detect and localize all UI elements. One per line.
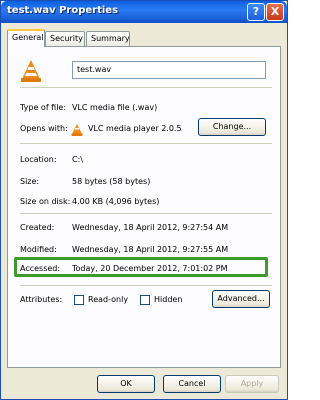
filename-input[interactable]: test.wav	[72, 61, 266, 79]
accessed-value: Today, 20 December 2012, 7:01:02 PM	[72, 264, 228, 273]
separator	[20, 143, 272, 144]
attributes-label: Attributes:	[20, 295, 63, 304]
size-on-disk-label: Size on disk:	[20, 197, 71, 206]
ok-button[interactable]: OK	[97, 375, 155, 393]
size-on-disk-value: 4.00 KB (4,096 bytes)	[72, 197, 160, 206]
window-title: test.wav Properties	[7, 5, 119, 16]
tab-summary[interactable]: Summary	[86, 31, 130, 46]
separator	[20, 87, 272, 88]
location-label: Location:	[20, 155, 57, 164]
separator	[20, 213, 272, 214]
apply-button[interactable]: Apply	[225, 375, 279, 393]
tab-security[interactable]: Security	[45, 31, 85, 46]
accessed-label: Accessed:	[20, 264, 61, 273]
type-label: Type of file:	[20, 103, 67, 112]
created-label: Created:	[20, 223, 55, 232]
type-value: VLC media file (.wav)	[72, 103, 158, 112]
size-value: 58 bytes (58 bytes)	[72, 177, 151, 186]
readonly-checkbox[interactable]	[74, 295, 84, 305]
cancel-button[interactable]: Cancel	[163, 375, 221, 393]
size-label: Size:	[20, 177, 40, 186]
vlc-cone-icon	[21, 60, 41, 82]
title-bar[interactable]: test.wav Properties ? X	[1, 1, 287, 23]
readonly-label: Read-only	[88, 295, 129, 304]
tab-general[interactable]: General	[7, 29, 45, 47]
separator	[20, 285, 272, 286]
created-value: Wednesday, 18 April 2012, 9:27:54 AM	[72, 223, 229, 232]
opens-label: Opens with:	[20, 124, 68, 133]
help-button[interactable]: ?	[247, 3, 265, 21]
modified-label: Modified:	[20, 245, 57, 254]
hidden-checkbox[interactable]	[140, 295, 150, 305]
advanced-button[interactable]: Advanced...	[212, 290, 270, 308]
close-button[interactable]: X	[266, 3, 284, 21]
hidden-label: Hidden	[154, 295, 183, 304]
general-panel: test.wav Type of file: VLC media file (.…	[7, 46, 281, 368]
properties-window: test.wav Properties ? X General Security…	[0, 0, 288, 400]
modified-value: Wednesday, 18 April 2012, 9:27:55 AM	[72, 245, 229, 254]
opens-value: VLC media player 2.0.5	[88, 124, 182, 133]
location-value: C:\	[72, 155, 83, 164]
vlc-small-icon	[71, 124, 83, 136]
change-button[interactable]: Change...	[198, 118, 266, 136]
